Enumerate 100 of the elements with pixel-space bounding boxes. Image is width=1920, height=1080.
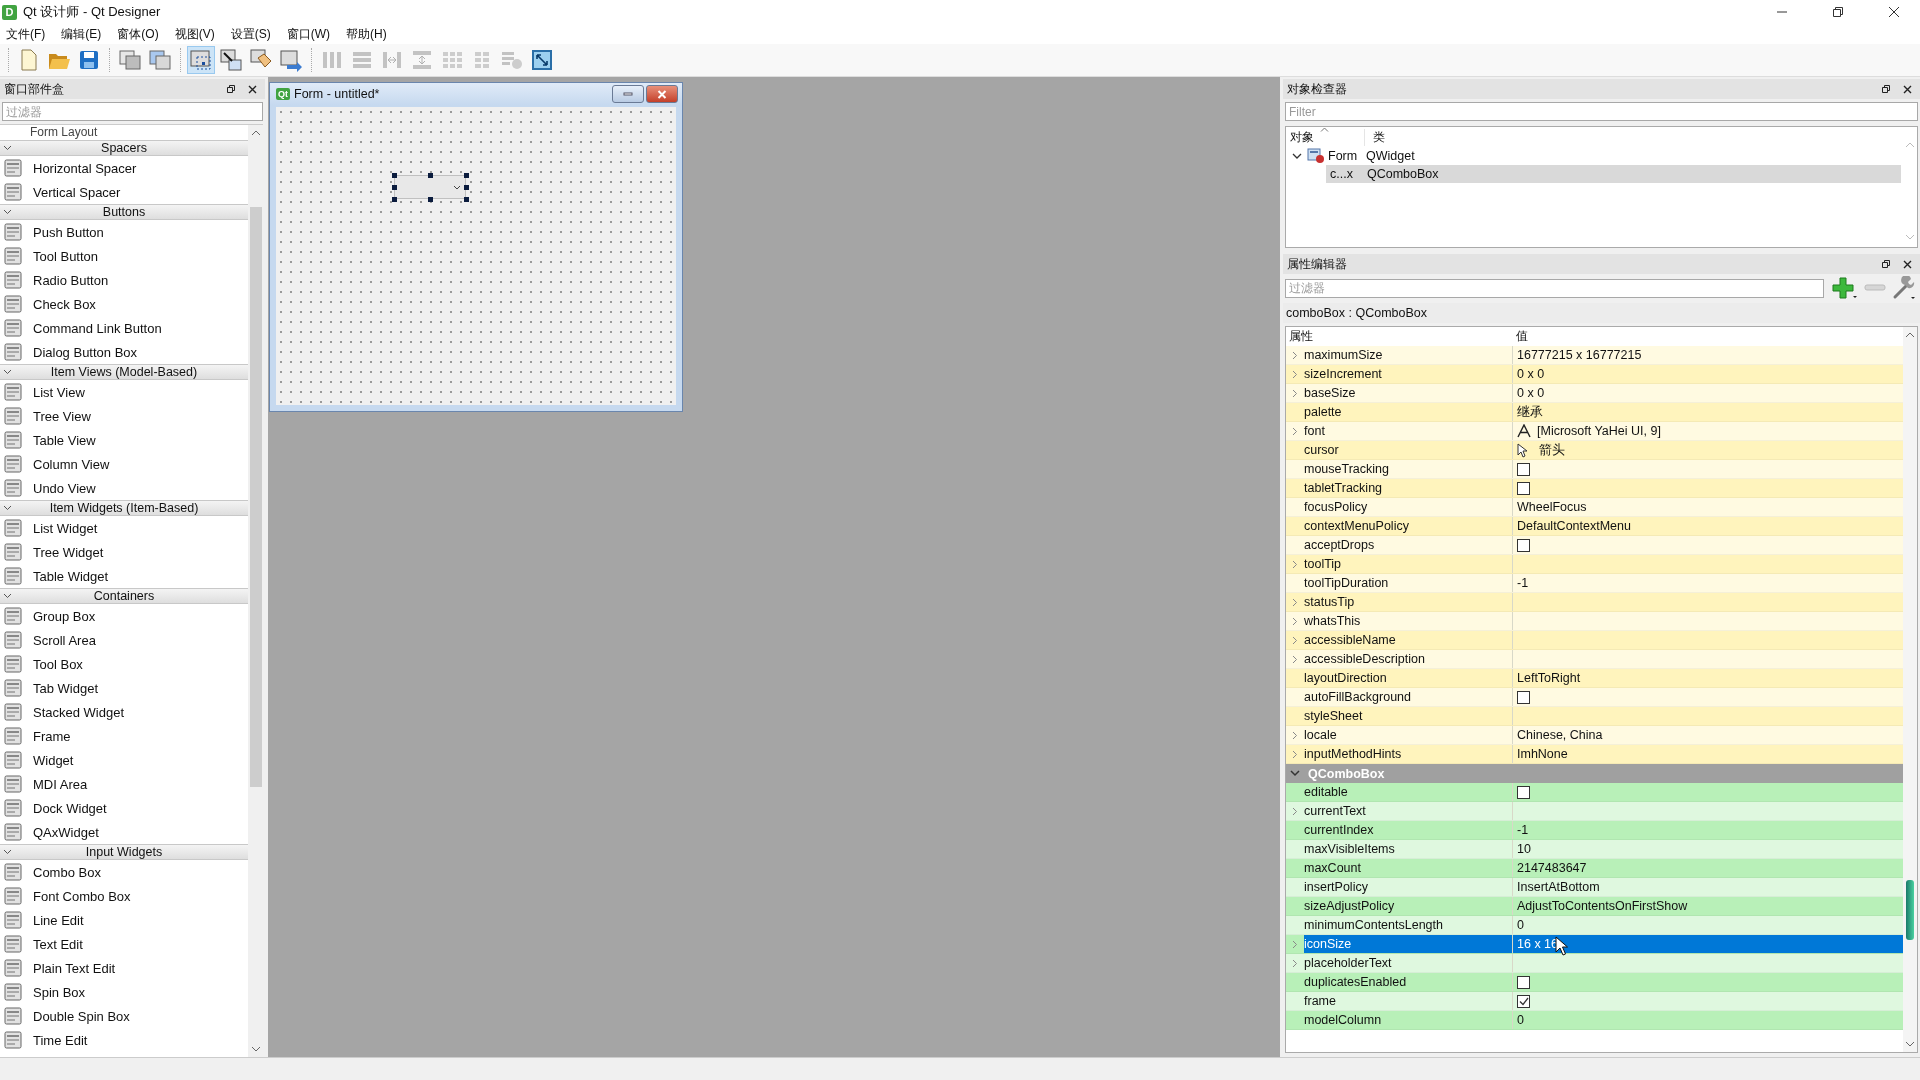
scroll-up-icon[interactable] bbox=[250, 129, 261, 137]
property-row[interactable]: insertPolicy InsertAtBottom bbox=[1286, 878, 1903, 897]
property-row[interactable]: tabletTracking bbox=[1286, 479, 1903, 498]
property-row[interactable]: baseSize 0 x 0 bbox=[1286, 384, 1903, 403]
widget-item[interactable]: Tool Button bbox=[0, 244, 248, 268]
checkbox[interactable] bbox=[1517, 785, 1530, 799]
widget-item[interactable]: Dialog Button Box bbox=[0, 340, 248, 364]
widget-item[interactable]: Widget bbox=[0, 748, 248, 772]
category-header[interactable]: Input Widgets bbox=[0, 844, 248, 860]
property-row[interactable]: cursor 箭头 bbox=[1286, 441, 1903, 460]
resize-handle[interactable] bbox=[392, 173, 397, 178]
tree-row[interactable]: c...x QComboBox bbox=[1326, 165, 1901, 183]
resize-handle[interactable] bbox=[464, 197, 469, 202]
property-row[interactable]: maxCount 2147483647 bbox=[1286, 859, 1903, 878]
widget-item[interactable]: Column View bbox=[0, 452, 248, 476]
plus-icon[interactable] bbox=[1832, 276, 1858, 300]
property-row[interactable]: minimumContentsLength 0 bbox=[1286, 916, 1903, 935]
checkbox[interactable] bbox=[1517, 462, 1530, 476]
restore-icon[interactable] bbox=[1832, 6, 1844, 18]
widget-item[interactable]: MDI Area bbox=[0, 772, 248, 796]
expand-chevron-icon[interactable] bbox=[1292, 958, 1298, 968]
checkbox[interactable] bbox=[1517, 481, 1530, 495]
widget-item[interactable]: Push Button bbox=[0, 220, 248, 244]
property-row[interactable]: currentText bbox=[1286, 802, 1903, 821]
column-header[interactable]: 属性 bbox=[1286, 328, 1512, 345]
property-row[interactable]: maxVisibleItems 10 bbox=[1286, 840, 1903, 859]
scrollbar[interactable] bbox=[248, 125, 263, 1057]
widget-item[interactable]: Text Edit bbox=[0, 932, 248, 956]
column-header[interactable]: 值 bbox=[1512, 328, 1528, 345]
expand-chevron-icon[interactable] bbox=[1292, 749, 1298, 759]
widget-item[interactable]: Plain Text Edit bbox=[0, 956, 248, 980]
filter-field[interactable]: 过滤器 bbox=[2, 102, 263, 121]
expand-chevron-icon[interactable] bbox=[1292, 616, 1298, 626]
widget-item[interactable]: Check Box bbox=[0, 292, 248, 316]
expand-chevron-icon[interactable] bbox=[1292, 388, 1298, 398]
widget-item[interactable]: Tab Widget bbox=[0, 676, 248, 700]
widget-item[interactable]: Table View bbox=[0, 428, 248, 452]
property-row[interactable]: mouseTracking bbox=[1286, 460, 1903, 479]
filter-field[interactable]: 过滤器 bbox=[1285, 278, 1824, 298]
property-row[interactable]: accessibleName bbox=[1286, 631, 1903, 650]
combo-box-widget[interactable] bbox=[394, 175, 466, 199]
property-row[interactable]: styleSheet bbox=[1286, 707, 1903, 726]
widget-item[interactable]: Line Edit bbox=[0, 908, 248, 932]
widget-item[interactable]: Time Edit bbox=[0, 1028, 248, 1052]
menu-item[interactable]: 视图(V) bbox=[174, 25, 215, 43]
widget-item[interactable]: Tree View bbox=[0, 404, 248, 428]
widget-item[interactable]: Form Layout bbox=[30, 125, 98, 140]
close-button[interactable] bbox=[646, 85, 678, 103]
property-row[interactable]: modelColumn 0 bbox=[1286, 1011, 1903, 1030]
property-row[interactable]: editable bbox=[1286, 783, 1903, 802]
expand-chevron-icon[interactable] bbox=[1292, 939, 1298, 949]
menu-item[interactable]: 编辑(E) bbox=[61, 25, 102, 43]
menu-item[interactable]: 文件(F) bbox=[6, 25, 46, 43]
property-row[interactable]: toolTipDuration -1 bbox=[1286, 574, 1903, 593]
widget-item[interactable]: Combo Box bbox=[0, 860, 248, 884]
float-icon[interactable] bbox=[1881, 259, 1891, 269]
close-icon[interactable] bbox=[1888, 6, 1900, 18]
scroll-down-icon[interactable] bbox=[1905, 1040, 1915, 1048]
property-row[interactable]: acceptDrops bbox=[1286, 536, 1903, 555]
property-row[interactable]: frame bbox=[1286, 992, 1903, 1011]
expand-chevron-icon[interactable] bbox=[1292, 654, 1298, 664]
category-header[interactable]: Containers bbox=[0, 588, 248, 604]
float-icon[interactable] bbox=[226, 84, 236, 94]
checkbox[interactable] bbox=[1517, 994, 1530, 1008]
minimize-button[interactable] bbox=[612, 85, 644, 103]
property-row[interactable]: focusPolicy WheelFocus bbox=[1286, 498, 1903, 517]
close-icon[interactable] bbox=[1903, 259, 1912, 269]
widget-item[interactable]: Radio Button bbox=[0, 268, 248, 292]
property-row[interactable]: locale Chinese, China bbox=[1286, 726, 1903, 745]
property-row[interactable]: font [Microsoft YaHei UI, 9] bbox=[1286, 422, 1903, 441]
category-header[interactable]: Buttons bbox=[0, 204, 248, 220]
close-icon[interactable] bbox=[1903, 84, 1912, 94]
property-row[interactable]: currentIndex -1 bbox=[1286, 821, 1903, 840]
widget-item[interactable]: Horizontal Spacer bbox=[0, 156, 248, 180]
widget-item[interactable]: Dock Widget bbox=[0, 796, 248, 820]
expand-chevron-icon[interactable] bbox=[1292, 350, 1298, 360]
menu-item[interactable]: 帮助(H) bbox=[346, 25, 387, 43]
checkbox[interactable] bbox=[1517, 975, 1530, 989]
widget-item[interactable]: Group Box bbox=[0, 604, 248, 628]
property-row[interactable]: statusTip bbox=[1286, 593, 1903, 612]
close-icon[interactable] bbox=[248, 84, 257, 94]
property-row[interactable]: palette 继承 bbox=[1286, 403, 1903, 422]
property-row[interactable]: toolTip bbox=[1286, 555, 1903, 574]
property-row[interactable]: maximumSize 16777215 x 16777215 bbox=[1286, 346, 1903, 365]
widget-item[interactable]: Font Combo Box bbox=[0, 884, 248, 908]
checkbox[interactable] bbox=[1517, 690, 1530, 704]
expand-chevron-icon[interactable] bbox=[1292, 635, 1298, 645]
property-row[interactable]: sizeIncrement 0 x 0 bbox=[1286, 365, 1903, 384]
widget-item[interactable]: Frame bbox=[0, 724, 248, 748]
expand-chevron-icon[interactable] bbox=[1292, 730, 1298, 740]
wrench-icon[interactable] bbox=[1892, 276, 1916, 300]
scrollbar-thumb[interactable] bbox=[249, 207, 262, 787]
property-row[interactable]: layoutDirection LeftToRight bbox=[1286, 669, 1903, 688]
column-header[interactable]: 对象 bbox=[1286, 128, 1364, 146]
widget-item[interactable]: Tree Widget bbox=[0, 540, 248, 564]
column-header[interactable]: 类 bbox=[1364, 128, 1385, 146]
menu-item[interactable]: 窗口(W) bbox=[286, 25, 330, 43]
resize-handle[interactable] bbox=[464, 173, 469, 178]
checkbox[interactable] bbox=[1517, 538, 1530, 552]
scrollbar[interactable] bbox=[1903, 327, 1917, 1052]
